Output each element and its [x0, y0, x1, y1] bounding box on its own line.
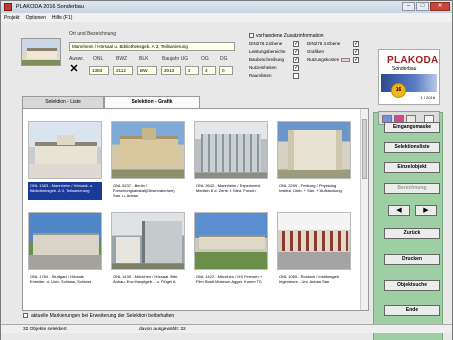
checkbox-raumlisten[interactable] — [293, 73, 299, 79]
col-bwz: BWZ — [116, 56, 128, 62]
object-image — [277, 212, 351, 270]
object-card[interactable]: ONL 6237 - Berlin / Forschungsanstalt(Ob… — [111, 121, 185, 200]
baujahr-field[interactable]: 2013 — [161, 66, 181, 75]
extra-grafiken: Grafiken — [307, 49, 325, 54]
object-caption: ONL 1065 - Rostock / Institutsgeb. Ingen… — [279, 274, 340, 284]
window-title: PLAKODA 2016 Sonderbau — [16, 4, 84, 10]
col-auswr: Auswr. — [69, 56, 85, 62]
checkbox-din2[interactable]: ✓ — [293, 41, 299, 47]
dg-field[interactable]: 0 — [219, 66, 233, 75]
swatch-pink — [341, 58, 350, 62]
object-card[interactable]: ONL 2299 - Freiburg / Physiolog Institut… — [277, 121, 351, 200]
next-arrow-icon[interactable]: ▶ — [415, 205, 437, 216]
retain-label: aktuelle Markierungen bei Erweiterung de… — [31, 313, 175, 319]
object-caption: ONL 2642 - Mannheim / Experiment. Medizi… — [196, 183, 261, 193]
objektsuche-button[interactable]: Objektsuche — [384, 280, 440, 291]
checkbox-baubeschr[interactable]: ✓ — [293, 57, 299, 63]
object-image — [111, 121, 185, 179]
tab-selektion-grafik[interactable]: Selektion - Grafik — [104, 96, 200, 108]
onl-field[interactable]: 1383 — [89, 66, 109, 75]
drucken-button[interactable]: Drucken — [384, 254, 440, 265]
object-photo — [21, 38, 61, 66]
logo-date: 1 / 2016 — [420, 95, 435, 100]
object-image — [194, 212, 268, 270]
logo-band — [381, 74, 437, 92]
col-onl: ONL — [93, 56, 104, 62]
checkbox-leistung[interactable]: ✓ — [293, 49, 299, 55]
extra-raumlisten: Raumlisten — [249, 73, 272, 78]
ende-button[interactable]: Ende — [384, 305, 440, 316]
logo-badge: 16 — [391, 83, 406, 98]
logo-subtitle: Sonderbau — [392, 66, 417, 72]
object-caption: ONL 1784 - Stuttgart / Hörsale Erweiter.… — [30, 274, 92, 284]
col-blk: BLK — [139, 56, 149, 62]
plakoda-logo: PLAKODA Sonderbau 16 1 / 2016 — [378, 49, 440, 105]
berechnung-button[interactable]: Berechnung — [384, 183, 440, 194]
checkbox-nutzkosten[interactable]: ✓ — [353, 57, 359, 63]
extra-din2: DIN276 2.Ebene — [249, 41, 283, 46]
object-card[interactable]: ONL 1422 - München / HS Fernseh + Film S… — [194, 212, 268, 291]
einzelobjekt-button[interactable]: Einzelobjekt — [384, 162, 440, 173]
object-image — [28, 121, 102, 179]
checkbox-nutzeinh[interactable]: ✓ — [293, 65, 299, 71]
object-card[interactable]: ONL 1430 - München / Hörsaal. Bibl. Anba… — [111, 212, 185, 291]
scrollbar-thumb[interactable] — [362, 119, 367, 179]
tab-selektion-liste[interactable]: Selektion - Liste — [22, 96, 104, 108]
object-card[interactable]: ONL 1383 - Mannheim / Hörsaal- u. Biblio… — [28, 121, 102, 200]
selektionsliste-button[interactable]: Selektionsliste — [384, 142, 440, 153]
maximize-button[interactable]: □ — [416, 2, 429, 11]
object-image — [194, 121, 268, 179]
checkbox-grafiken[interactable]: ✓ — [353, 49, 359, 55]
location-field[interactable]: Mannheim / Hörsaal u. Bibliotheksgeb. A … — [69, 42, 235, 51]
extra-info-heading: vorhandene Zusatzinformation — [249, 33, 324, 39]
zurueck-button[interactable]: Zurück — [384, 228, 440, 239]
object-image — [28, 212, 102, 270]
object-card[interactable]: ONL 1784 - Stuttgart / Hörsale Erweiter.… — [28, 212, 102, 291]
menu-optionen[interactable]: Optionen — [26, 15, 46, 21]
location-label: Ort und Bezeichnung — [69, 31, 116, 37]
extra-nutzkosten: Nutzungskosten — [307, 57, 340, 62]
extra-baubeschr: Baubeschreibung — [249, 57, 285, 62]
bwz-field[interactable]: 2112 — [113, 66, 133, 75]
object-grid: ONL 1383 - Mannheim / Hörsaal- u. Biblio… — [22, 108, 369, 311]
object-image — [277, 121, 351, 179]
menu-hilfe[interactable]: Hilfe (F1) — [52, 15, 73, 21]
retain-checkbox[interactable] — [23, 313, 28, 318]
selected-count: 32 Objekte selektiert — [23, 327, 67, 332]
checkbox-din3[interactable]: ✓ — [353, 41, 359, 47]
grid-scrollbar[interactable] — [360, 109, 368, 310]
retain-selection-option[interactable]: aktuelle Markierungen bei Erweiterung de… — [23, 313, 174, 319]
logo-name: PLAKODA — [387, 55, 439, 66]
status-bar: 32 Objekte selektiert davon ausgewählt: … — [1, 324, 452, 333]
menu-bar: Projekt Optionen Hilfe (F1) — [1, 13, 452, 22]
object-caption: ONL 1383 - Mannheim / Hörsaal- u. Biblio… — [28, 182, 102, 200]
chosen-count: davon ausgewählt: 32 — [139, 327, 186, 332]
object-caption: ONL 1430 - München / Hörsaal. Bibl. Anba… — [113, 274, 179, 284]
menu-projekt[interactable]: Projekt — [4, 15, 20, 21]
previous-arrow-icon[interactable]: ◀ — [388, 205, 410, 216]
object-caption: ONL 2299 - Freiburg / Physiolog Institut… — [279, 183, 342, 193]
blk-field[interactable]: BW — [137, 66, 157, 75]
object-card[interactable]: ONL 2642 - Mannheim / Experiment. Medizi… — [194, 121, 268, 200]
ug-field[interactable]: 2 — [185, 66, 199, 75]
col-dg: DG — [220, 56, 228, 62]
object-image — [111, 212, 185, 270]
client-area: Ort und Bezeichnung Mannheim / Hörsaal u… — [1, 22, 452, 340]
title-bar: PLAKODA 2016 Sonderbau – □ ✕ — [1, 1, 452, 13]
og-field[interactable]: 4 — [202, 66, 216, 75]
col-baujahr: Baujahr UG — [162, 56, 189, 62]
app-icon — [4, 3, 12, 11]
object-caption: ONL 1422 - München / HS Fernseh + Film S… — [196, 274, 263, 284]
extra-nutzeinh: Nutzeinheiten — [249, 65, 277, 70]
col-og: OG — [201, 56, 209, 62]
object-caption: ONL 6237 - Berlin / Forschungsanstalt(Ob… — [113, 183, 175, 198]
close-x-icon[interactable]: ✕ — [69, 64, 79, 75]
close-button[interactable]: ✕ — [430, 2, 450, 11]
minimize-button[interactable]: – — [402, 2, 415, 11]
extra-leistung: Leistungsbereiche — [249, 49, 286, 54]
eingangsmaske-button[interactable]: Eingangsmaske — [384, 122, 440, 133]
object-card[interactable]: ONL 1065 - Rostock / Institutsgeb. Ingen… — [277, 212, 351, 291]
app-window: PLAKODA 2016 Sonderbau – □ ✕ Projekt Opt… — [0, 0, 453, 340]
extra-din3: DIN276 3.Ebene — [307, 41, 341, 46]
